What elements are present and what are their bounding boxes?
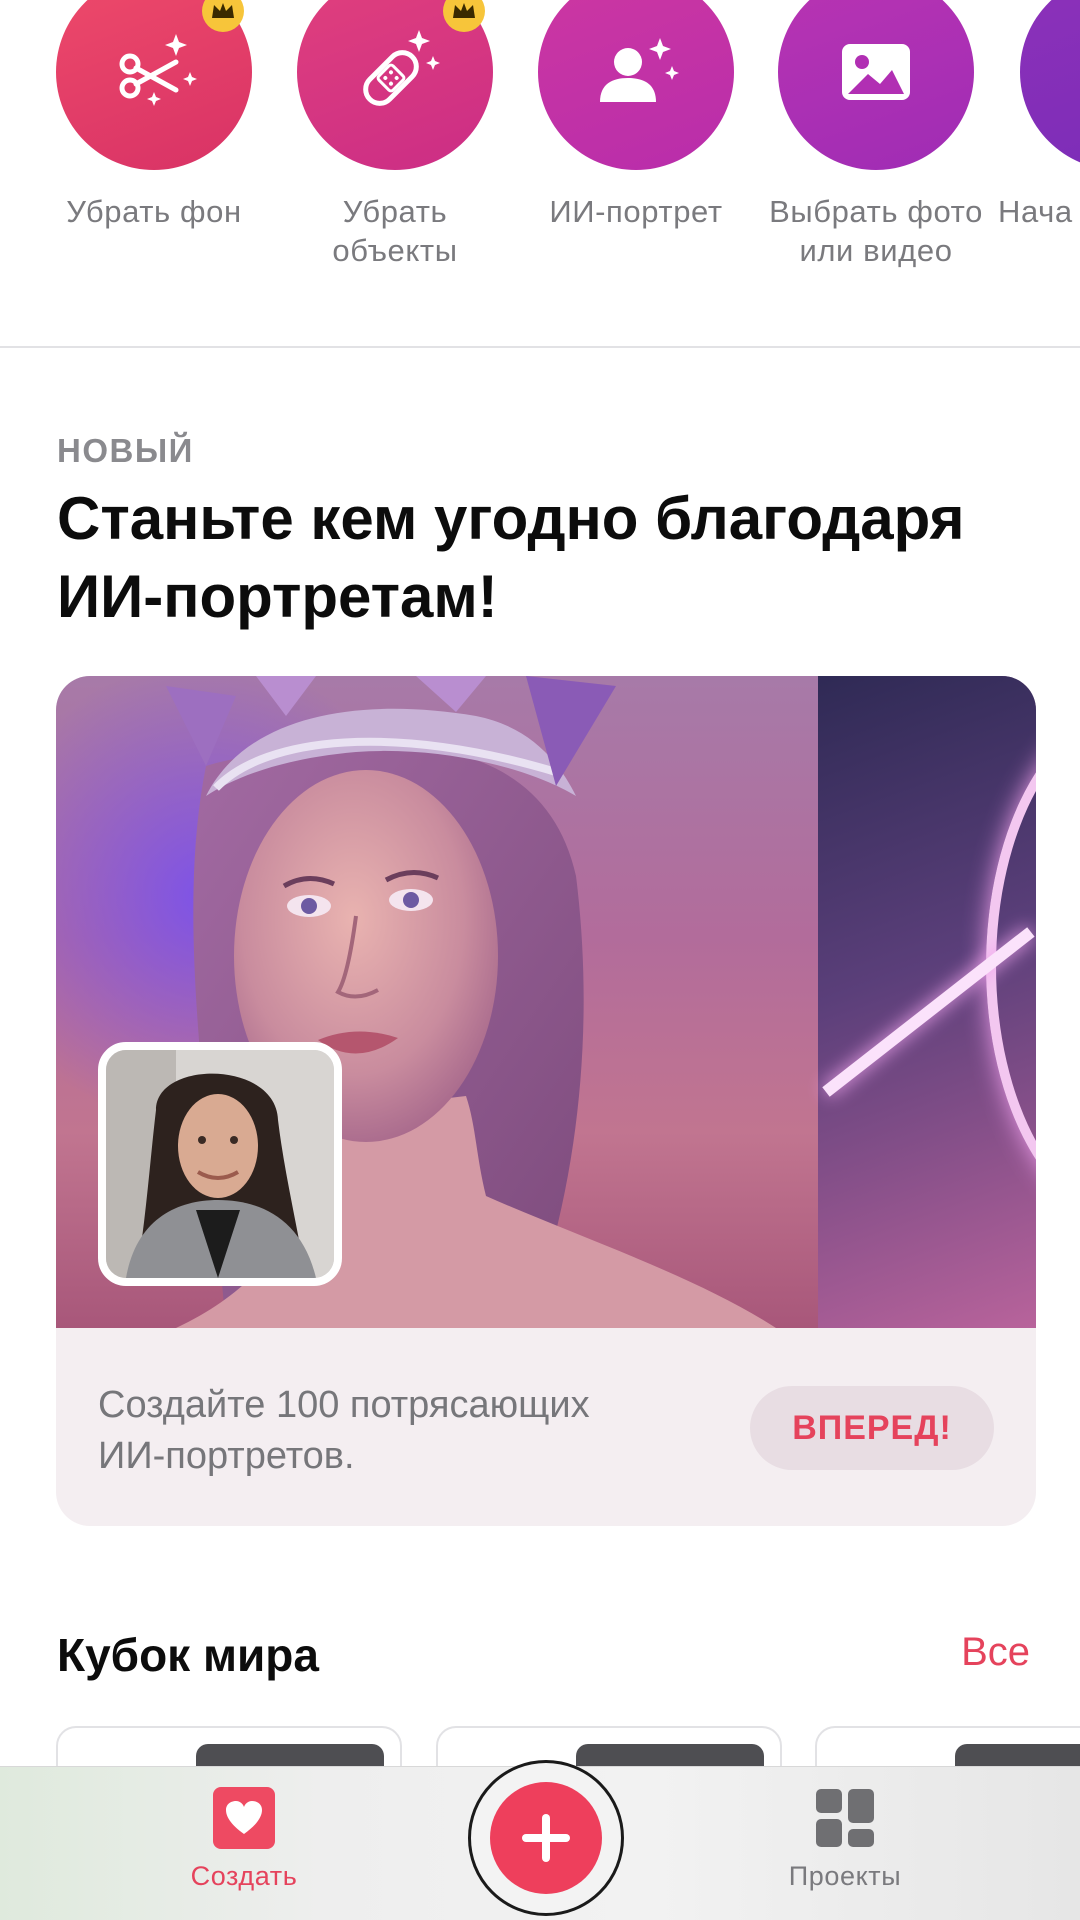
template-card[interactable] [436,1726,782,1766]
action-label: Убрать фон [66,194,242,229]
promo-description: Создайте 100 потрясающих ИИ-портретов. [98,1384,590,1477]
ai-portrait-action[interactable]: ИИ-портрет [516,0,756,231]
feature-headline: Станьте кем угодно благодаря ИИ-портрета… [57,485,965,630]
tab-create-label: Создать [190,1861,298,1891]
world-cup-title: Кубок мира [57,1629,319,1681]
template-card[interactable] [56,1726,402,1766]
heart-icon [213,1787,275,1849]
action-label: Выбрать фото или видео [769,194,983,268]
remove-objects-action[interactable]: Убрать объекты [275,0,515,270]
ai-portrait-promo-card[interactable]: Создайте 100 потрясающих ИИ-портретов. В… [56,676,1036,1526]
start-action-button[interactable] [1020,0,1080,170]
plus-icon [490,1782,602,1894]
tab-projects-label: Проекты [788,1861,902,1891]
premium-crown-icon [202,0,244,32]
template-card[interactable] [815,1726,1080,1766]
person-sparkle-icon [600,38,679,102]
section-divider [0,346,1080,348]
magic-scissors-icon [119,34,197,106]
remove-background-button[interactable] [56,0,252,170]
quick-actions-row: Убрать фон Убрать объекты ИИ-портрет Выб… [0,0,1080,348]
tab-projects[interactable]: Проекты [745,1787,945,1892]
feature-eyebrow: НОВЫЙ [57,432,194,469]
see-all-link[interactable]: Все [961,1630,1030,1675]
promo-image [56,676,1036,1328]
choose-media-button[interactable] [778,0,974,170]
grid-icon [814,1787,876,1849]
start-action-partial[interactable]: Нача [998,0,1080,231]
add-project-button[interactable] [468,1760,624,1916]
source-photo-thumbnail [98,1042,342,1286]
go-button[interactable]: ВПЕРЕД! [750,1386,994,1470]
ai-portrait-button[interactable] [538,0,734,170]
tab-create[interactable]: Создать [144,1787,344,1892]
bandage-sparkle-icon [363,30,440,106]
action-label: ИИ-портрет [549,194,723,229]
choose-media-action[interactable]: Выбрать фото или видео [756,0,996,270]
action-label: Убрать объекты [332,194,458,268]
premium-crown-icon [443,0,485,32]
action-label: Нача [998,194,1073,229]
remove-objects-button[interactable] [297,0,493,170]
promo-footer: Создайте 100 потрясающих ИИ-портретов. В… [56,1328,1036,1526]
photo-icon [842,44,910,100]
remove-background-action[interactable]: Убрать фон [34,0,274,231]
